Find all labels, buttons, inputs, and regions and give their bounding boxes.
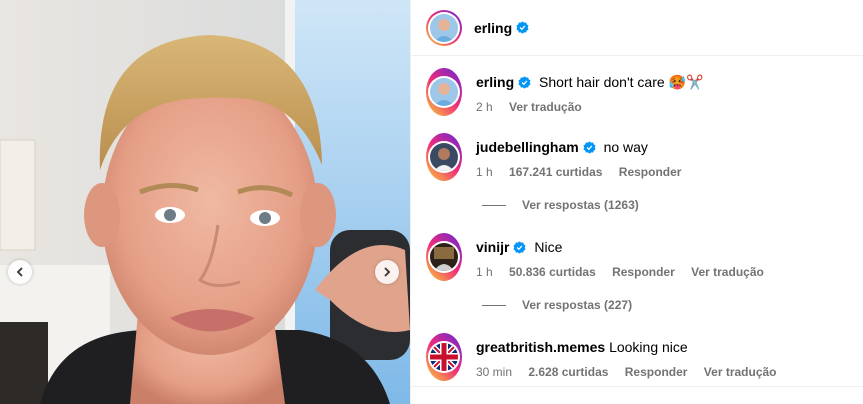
previous-image-button[interactable] xyxy=(8,260,32,284)
post-media xyxy=(0,0,410,404)
view-replies-button[interactable]: Ver respostas (227) xyxy=(482,298,632,312)
uk-flag-avatar xyxy=(430,343,458,371)
comments-panel: erling erling Short hair don't care 🥵✂️ xyxy=(410,0,863,404)
author-username[interactable]: erling xyxy=(474,20,512,36)
see-translation-link[interactable]: Ver tradução xyxy=(704,365,777,379)
comment-avatar[interactable] xyxy=(426,333,462,381)
caption-avatar[interactable] xyxy=(426,68,462,116)
comment-item: judebellingham no way 1 h 167.241 curtid… xyxy=(426,133,853,181)
view-replies-label: Ver respostas (227) xyxy=(522,298,633,312)
avatar-image xyxy=(430,143,458,171)
comment-avatar[interactable] xyxy=(426,233,462,281)
comment-item: greatbritish.memes Looking nice 30 min 2… xyxy=(426,333,853,381)
reply-button[interactable]: Responder xyxy=(625,365,688,379)
caption-time: 2 h xyxy=(476,100,493,114)
post-caption: erling Short hair don't care 🥵✂️ 2 h Ver… xyxy=(426,68,853,116)
comment-username[interactable]: judebellingham xyxy=(476,139,579,155)
comment-item: vinijr Nice 1 h 50.836 curtidas Responde… xyxy=(426,233,853,281)
chevron-right-icon xyxy=(384,267,391,277)
avatar-image xyxy=(430,243,458,271)
avatar-image xyxy=(430,13,458,42)
reply-button[interactable]: Responder xyxy=(619,165,682,179)
selfie-photo xyxy=(0,0,410,404)
see-translation-link[interactable]: Ver tradução xyxy=(691,265,764,279)
comment-text: Looking nice xyxy=(609,339,688,355)
comment-time: 1 h xyxy=(476,265,493,279)
comment-likes[interactable]: 50.836 curtidas xyxy=(509,265,596,279)
view-replies-label: Ver respostas (1263) xyxy=(522,198,639,212)
next-image-button[interactable] xyxy=(375,260,399,284)
comment-time: 30 min xyxy=(476,365,513,379)
comment-avatar[interactable] xyxy=(426,133,462,181)
comment-text: Nice xyxy=(534,239,563,255)
caption-text: Short hair don't care 🥵✂️ xyxy=(539,74,704,90)
comment-username[interactable]: vinijr xyxy=(476,239,509,255)
caption-username[interactable]: erling xyxy=(476,74,514,90)
avatar-image xyxy=(430,78,458,106)
author-avatar[interactable] xyxy=(426,9,462,46)
chevron-left-icon xyxy=(16,267,23,277)
reply-button[interactable]: Responder xyxy=(612,265,675,279)
see-translation-link[interactable]: Ver tradução xyxy=(509,100,582,114)
replies-divider xyxy=(482,304,506,306)
verified-badge-icon xyxy=(518,76,531,89)
view-replies-button[interactable]: Ver respostas (1263) xyxy=(482,198,639,212)
verified-badge-icon xyxy=(513,241,526,254)
comment-likes[interactable]: 2.628 curtidas xyxy=(528,365,608,379)
post-header: erling xyxy=(411,0,863,56)
replies-divider xyxy=(482,204,506,206)
comment-likes[interactable]: 167.241 curtidas xyxy=(509,165,602,179)
comment-text: no way xyxy=(603,139,648,155)
verified-badge-icon xyxy=(516,21,529,34)
comment-username[interactable]: greatbritish.memes xyxy=(476,339,605,355)
verified-badge-icon xyxy=(583,141,596,154)
comment-time: 1 h xyxy=(476,165,493,179)
panel-divider xyxy=(411,386,863,387)
